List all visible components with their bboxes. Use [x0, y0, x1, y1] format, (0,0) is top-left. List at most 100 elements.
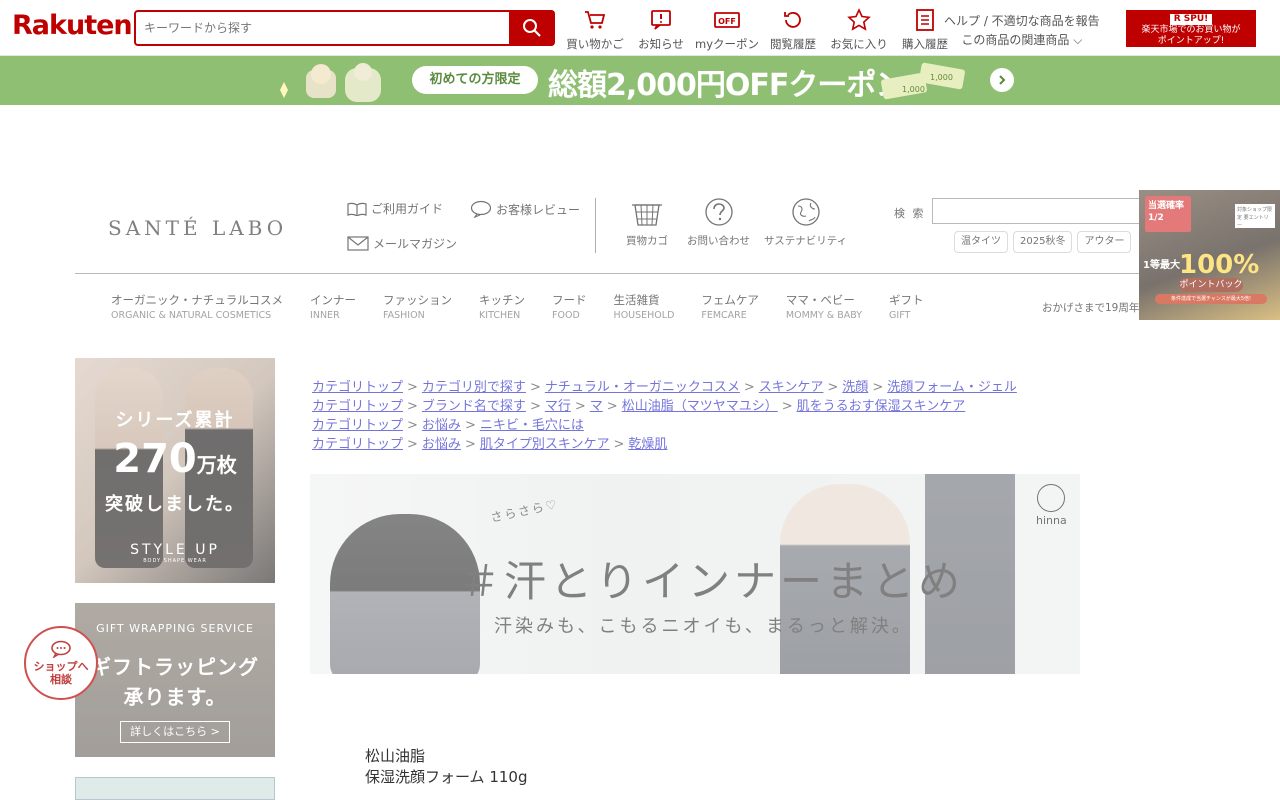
nav-coupon[interactable]: OFF myクーポン: [695, 6, 759, 52]
globe-icon: [791, 198, 820, 226]
category-kitchen[interactable]: キッチン KITCHEN: [479, 292, 525, 321]
styleup-line1: シリーズ累計: [115, 410, 235, 431]
breadcrumb-link[interactable]: お悩み: [422, 437, 461, 452]
breadcrumb-link[interactable]: ニキビ・毛穴には: [480, 418, 584, 433]
related-items-label: この商品の関連商品: [961, 33, 1070, 47]
pointback-banner[interactable]: 当選確率1/2 対象ショップ限定 要エントリー 1等最大100% ポイントバック…: [1139, 190, 1280, 320]
nav-notice[interactable]: お知らせ: [632, 6, 690, 52]
shop-contact[interactable]: お問い合わせ: [687, 197, 750, 248]
category-fashion[interactable]: ファッション FASHION: [383, 292, 452, 321]
breadcrumb-link[interactable]: 肌タイプ別スキンケア: [480, 437, 610, 452]
cart-icon: [585, 11, 606, 29]
breadcrumb-link[interactable]: カテゴリトップ: [312, 418, 403, 433]
breadcrumb-separator: >: [529, 380, 541, 395]
spu-banner[interactable]: R SPU! 楽天市場でのお買い物が ポイントアップ!: [1126, 10, 1256, 47]
help-report-link[interactable]: ヘルプ / 不適切な商品を報告: [944, 14, 1100, 28]
breadcrumb-link[interactable]: 洗顔フォーム・ジェル: [887, 380, 1017, 395]
category-organic[interactable]: オーガニック・ナチュラルコスメ ORGANIC & NATURAL COSMETI…: [111, 292, 283, 321]
breadcrumb-link[interactable]: スキンケア: [759, 380, 824, 395]
breadcrumb-link[interactable]: カテゴリ別で探す: [422, 380, 526, 395]
nav-history[interactable]: 閲覧履歴: [764, 6, 822, 52]
coupon-arrow[interactable]: [990, 68, 1014, 92]
category-food[interactable]: フード FOOD: [552, 292, 587, 321]
search-tag[interactable]: アウター: [1077, 231, 1132, 253]
chevron-right-icon: [999, 75, 1006, 85]
nav-cart-label: 買い物かご: [566, 37, 624, 51]
category-jp: ギフト: [889, 293, 924, 307]
breadcrumb-link[interactable]: 乾燥肌: [628, 437, 667, 452]
breadcrumb-link[interactable]: カテゴリトップ: [312, 399, 403, 414]
nav-purchase-history-label: 購入履歴: [902, 37, 948, 51]
question-icon: [704, 198, 733, 226]
nav-notice-label: お知らせ: [638, 37, 684, 51]
breadcrumb-separator: >: [529, 399, 541, 414]
rakuten-logo[interactable]: Rakuten: [12, 10, 133, 41]
coupon-pill: 初めての方限定: [412, 66, 538, 94]
breadcrumb-row: カテゴリトップ > ブランド名で探す > マ行 > マ > 松山油脂（マツヤマユシ） > 肌をうるお…: [312, 397, 1017, 416]
review-link[interactable]: お客様レビュー: [470, 200, 580, 218]
shop-search-input[interactable]: [932, 198, 1152, 224]
shop-sustainability[interactable]: サステナビリティ: [764, 197, 847, 248]
character-illustration: [280, 63, 381, 102]
breadcrumb-link[interactable]: お悩み: [422, 418, 461, 433]
header-rule: [75, 273, 1175, 274]
breadcrumb-separator: >: [464, 437, 476, 452]
category-femcare[interactable]: フェムケア FEMCARE: [701, 292, 759, 321]
gift-wrapping-banner[interactable]: GIFT WRAPPING SERVICE ギフトラッピング 承ります。 詳しく…: [75, 603, 275, 757]
guide-link[interactable]: ご利用ガイド: [347, 200, 443, 217]
category-gift[interactable]: ギフト GIFT: [889, 292, 924, 321]
breadcrumb-link[interactable]: カテゴリトップ: [312, 437, 403, 452]
breadcrumb-separator: >: [407, 418, 418, 433]
breadcrumb-link[interactable]: 洗顔: [842, 380, 868, 395]
breadcrumb-link[interactable]: ブランド名で探す: [422, 399, 526, 414]
shop-chat-button[interactable]: ショップへ 相談: [24, 626, 98, 700]
gift-banner-en: GIFT WRAPPING SERVICE: [96, 622, 254, 635]
search-tag[interactable]: 温タイツ: [954, 231, 1008, 253]
book-icon: [347, 202, 367, 216]
search-tag[interactable]: 2025秋冬: [1013, 231, 1073, 253]
gift-details-button[interactable]: 詳しくはこちら >: [120, 721, 230, 743]
breadcrumb-link[interactable]: 肌をうるおす保湿スキンケア: [797, 399, 966, 414]
hinna-banner[interactable]: さらさら♡ ＃汗とりインナーまとめ 汗染みも、こもるニオイも、まるっと解決。 h…: [310, 474, 1080, 674]
breadcrumb-separator: >: [781, 399, 793, 414]
styleup-brand: STYLE UP BODY SHAPE WEAR: [75, 542, 275, 564]
hinna-sara: さらさら♡: [489, 496, 560, 525]
styleup-line3: 突破しました。: [105, 494, 245, 515]
spu-logo: R SPU!: [1169, 14, 1213, 25]
rakuten-search-button[interactable]: [509, 10, 555, 46]
related-items-link[interactable]: この商品の関連商品 ⌵: [944, 31, 1100, 50]
mail-magazine-link[interactable]: メールマガジン: [347, 235, 457, 252]
nav-favorite[interactable]: お気に入り: [830, 6, 888, 52]
category-jp: フェムケア: [701, 293, 759, 307]
chat-icon: [51, 640, 71, 658]
category-household[interactable]: 生活雑貨 HOUSEHOLD: [614, 292, 675, 321]
rakuten-header: Rakuten 買い物かご お知らせ OFF myクーポン 閲覧履歴 お気に入り: [0, 0, 1280, 56]
category-mommy-baby[interactable]: ママ・ベビー MOMMY & BABY: [786, 292, 862, 321]
breadcrumb-link[interactable]: マ: [590, 399, 603, 414]
breadcrumb-link[interactable]: カテゴリトップ: [312, 380, 403, 395]
mail-icon: [347, 236, 369, 251]
category-jp: 生活雑貨: [613, 293, 660, 307]
nav-cart[interactable]: 買い物かご: [566, 6, 624, 52]
rakuten-search-box: [134, 10, 555, 46]
category-en: HOUSEHOLD: [613, 310, 675, 321]
product-name: 保湿洗顔フォーム 110g: [365, 768, 528, 786]
hinna-logo-text: hinna: [1036, 514, 1067, 527]
breadcrumb-separator: >: [606, 399, 618, 414]
shop-cart[interactable]: 買物カゴ: [626, 197, 668, 248]
breadcrumb-link[interactable]: マ行: [545, 399, 571, 414]
category-en: FOOD: [552, 310, 580, 321]
category-inner[interactable]: インナー INNER: [310, 292, 356, 321]
hinna-logo: hinna: [1036, 484, 1067, 527]
coupon-banner[interactable]: 初めての方限定 総額2,000円OFFクーポン 1,000 1,000: [0, 56, 1280, 105]
side-banner-3[interactable]: [75, 777, 275, 800]
breadcrumb-link[interactable]: 松山油脂（マツヤマユシ）: [622, 399, 778, 414]
help-links: ヘルプ / 不適切な商品を報告 この商品の関連商品 ⌵: [944, 12, 1100, 50]
product-brand: 松山油脂: [365, 747, 426, 765]
shop-logo[interactable]: SANTÉ LABO: [108, 216, 287, 240]
breadcrumb-separator: >: [464, 418, 476, 433]
breadcrumb-link[interactable]: ナチュラル・オーガニックコスメ: [545, 380, 740, 395]
rakuten-search-input[interactable]: [144, 18, 504, 38]
styleup-banner[interactable]: シリーズ累計 270万枚 突破しました。 STYLE UP BODY SHAPE …: [75, 358, 275, 583]
category-en: GIFT: [889, 310, 911, 321]
